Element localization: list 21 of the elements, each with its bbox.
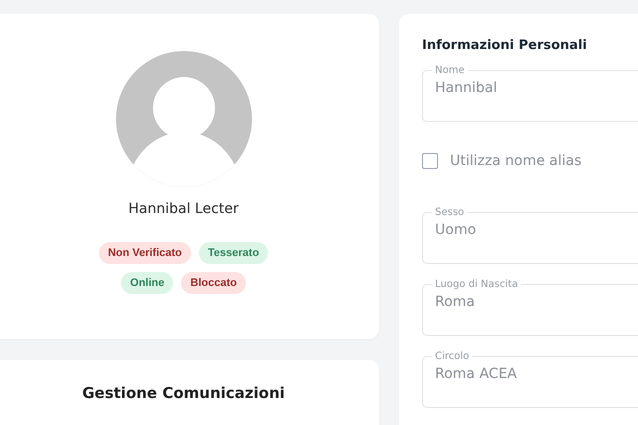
text-field[interactable]: Nome Hannibal <box>422 65 638 122</box>
status-badge: Bloccato <box>181 272 246 294</box>
field-value: Roma <box>435 294 638 310</box>
field-value: Roma ACEA <box>435 366 638 382</box>
checkbox[interactable] <box>422 153 438 169</box>
status-badge: Non Verificato <box>98 242 191 264</box>
field-label: Circolo <box>434 351 470 362</box>
section-title: Gestione Comunicazioni <box>82 384 285 404</box>
status-badge: Online <box>121 272 174 294</box>
checkbox-label: Utilizza nome alias <box>450 153 582 169</box>
text-field[interactable]: Sesso Uomo <box>422 207 638 264</box>
section-title: Informazioni Personali <box>422 38 588 53</box>
field-label: Luogo di Nascita <box>434 279 519 290</box>
profile-name: Hannibal Lecter <box>128 201 239 217</box>
field-label: Nome <box>434 65 466 76</box>
field-value: Uomo <box>435 222 638 238</box>
text-field[interactable]: Luogo di Nascita Roma <box>422 279 638 336</box>
field-label: Sesso <box>434 207 466 218</box>
status-badge: Tesserato <box>198 242 268 264</box>
field-value: Hannibal <box>435 80 638 96</box>
text-field[interactable]: Circolo Roma ACEA <box>422 351 638 408</box>
